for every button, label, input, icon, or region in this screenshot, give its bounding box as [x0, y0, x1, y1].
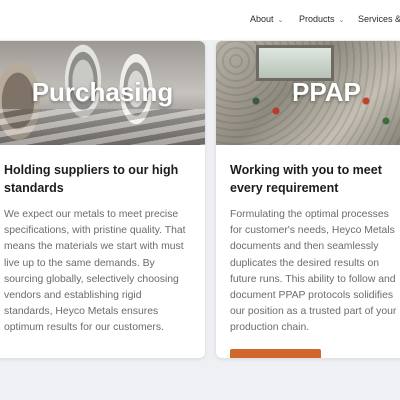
nav-item-services[interactable]: Services & [358, 14, 400, 24]
card-text: Formulating the optimal processes for cu… [230, 209, 397, 334]
card-heading: Holding suppliers to our high standards [4, 163, 179, 195]
nav-item-about[interactable]: About ⌄ [250, 14, 283, 24]
top-navigation: About ⌄ Products ⌄ Services & [0, 0, 400, 40]
nav-item-label: Products [299, 14, 335, 24]
card-heading: Working with you to meet every requireme… [230, 163, 382, 195]
control-panel-screen [256, 45, 334, 81]
purchasing-card: Purchasing Holding suppliers to our high… [0, 41, 205, 358]
nav-item-label: About [250, 14, 274, 24]
nav-item-products[interactable]: Products ⌄ [299, 14, 344, 24]
ppap-card: PPAP Working with you to meet every requ… [216, 41, 400, 358]
nav-item-label: Services & [358, 14, 400, 24]
hero-title: PPAP [292, 77, 361, 107]
purchasing-hero-image: Purchasing [0, 41, 205, 145]
ppap-trial-button[interactable]: PPAP Trial [230, 348, 321, 358]
chevron-down-icon: ⌄ [277, 17, 284, 24]
ppap-hero-image: PPAP [216, 41, 400, 145]
card-text: We expect our metals to meet precise spe… [4, 209, 186, 334]
hero-title: Purchasing [31, 77, 174, 107]
chevron-down-icon: ⌄ [338, 17, 345, 24]
